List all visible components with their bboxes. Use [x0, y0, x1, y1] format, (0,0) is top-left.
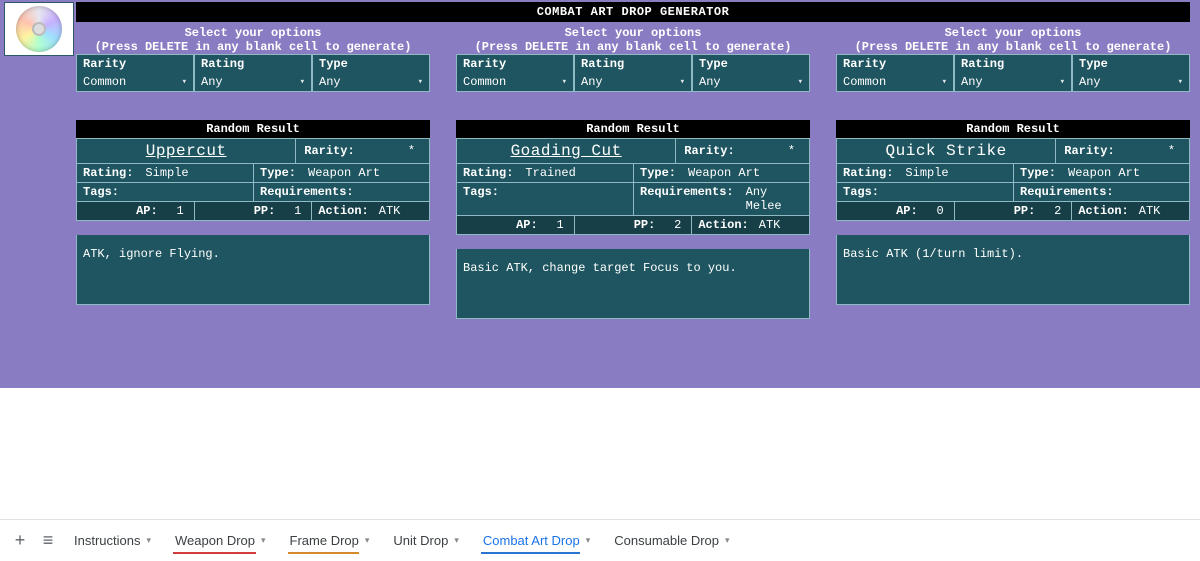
result-pp: PP:2: [575, 216, 693, 234]
options-subheader: (Press DELETE in any blank cell to gener…: [836, 40, 1190, 54]
result-action: Action:ATK: [692, 216, 809, 234]
result-name: Uppercut: [77, 139, 295, 163]
result-tags: Tags:: [837, 183, 1013, 201]
sheet-tab[interactable]: Combat Art Drop ▾: [471, 520, 602, 561]
generator-panel: Select your options (Press DELETE in any…: [456, 26, 810, 319]
chevron-down-icon: ▾: [725, 535, 730, 546]
rarity-header: Rarity: [456, 55, 574, 73]
chevron-down-icon: ▾: [1178, 77, 1183, 87]
result-header: Random Result: [76, 120, 430, 138]
tab-label: Combat Art Drop: [483, 533, 580, 548]
chevron-down-icon: ▾: [798, 77, 803, 87]
result-type: Type:Weapon Art: [1013, 164, 1189, 182]
type-header: Type: [312, 55, 430, 73]
sheet-tab[interactable]: Frame Drop ▾: [278, 520, 382, 561]
result-name: Quick Strike: [837, 139, 1055, 163]
result-rating: Rating:Trained: [457, 164, 633, 182]
rating-dropdown[interactable]: Any▾: [194, 73, 312, 92]
chevron-down-icon: ▾: [418, 77, 423, 87]
tab-label: Unit Drop: [393, 533, 448, 548]
result-action: Action:ATK: [312, 202, 429, 220]
chevron-down-icon: ▾: [586, 535, 591, 546]
chevron-down-icon: ▾: [182, 77, 187, 87]
tab-label: Instructions: [74, 533, 140, 548]
options-subheader: (Press DELETE in any blank cell to gener…: [456, 40, 810, 54]
sheet-tab[interactable]: Weapon Drop ▾: [163, 520, 278, 561]
rarity-header: Rarity: [836, 55, 954, 73]
chevron-down-icon: ▾: [261, 535, 266, 546]
rarity-dropdown[interactable]: Common▾: [836, 73, 954, 92]
result-requirements: Requirements:: [253, 183, 429, 201]
result-rarity: Rarity:*: [675, 139, 809, 163]
result-description: Basic ATK (1/turn limit).: [836, 235, 1190, 305]
result-header: Random Result: [836, 120, 1190, 138]
tab-label: Frame Drop: [290, 533, 359, 548]
result-pp: PP:2: [955, 202, 1073, 220]
work-area: COMBAT ART DROP GENERATOR Select your op…: [0, 0, 1200, 388]
result-ap: AP:1: [77, 202, 195, 220]
type-dropdown[interactable]: Any▾: [692, 73, 810, 92]
rarity-dropdown[interactable]: Common▾: [456, 73, 574, 92]
rating-dropdown[interactable]: Any▾: [954, 73, 1072, 92]
result-tags: Tags:: [457, 183, 633, 215]
disc-image-cell: [4, 2, 74, 56]
rarity-dropdown[interactable]: Common▾: [76, 73, 194, 92]
type-dropdown[interactable]: Any▾: [312, 73, 430, 92]
page-title: COMBAT ART DROP GENERATOR: [76, 2, 1190, 22]
chevron-down-icon: ▾: [146, 535, 151, 546]
options-header: Select your options: [456, 26, 810, 40]
sheet-tab-bar: + ≡ Instructions ▾ Weapon Drop ▾ Frame Drop ▾…: [0, 519, 1200, 561]
result-requirements: Requirements:Any Melee: [633, 183, 809, 215]
rating-header: Rating: [954, 55, 1072, 73]
chevron-down-icon: ▾: [562, 77, 567, 87]
result-requirements: Requirements:: [1013, 183, 1189, 201]
options-header: Select your options: [836, 26, 1190, 40]
sheet-tab[interactable]: Consumable Drop ▾: [602, 520, 741, 561]
all-sheets-button[interactable]: ≡: [34, 530, 62, 551]
result-pp: PP:1: [195, 202, 313, 220]
result-type: Type:Weapon Art: [253, 164, 429, 182]
disc-icon: [16, 6, 62, 52]
generator-panel: Select your options (Press DELETE in any…: [76, 26, 430, 319]
rating-header: Rating: [574, 55, 692, 73]
result-action: Action:ATK: [1072, 202, 1189, 220]
generator-panel: Select your options (Press DELETE in any…: [836, 26, 1190, 319]
sheet-tab[interactable]: Instructions ▾: [62, 520, 163, 561]
chevron-down-icon: ▾: [365, 535, 370, 546]
result-description: Basic ATK, change target Focus to you.: [456, 249, 810, 319]
tab-label: Weapon Drop: [175, 533, 255, 548]
result-name: Goading Cut: [457, 139, 675, 163]
result-rarity: Rarity:*: [295, 139, 429, 163]
add-sheet-button[interactable]: +: [6, 530, 34, 551]
sheet-tab[interactable]: Unit Drop ▾: [381, 520, 470, 561]
rating-dropdown[interactable]: Any▾: [574, 73, 692, 92]
type-header: Type: [692, 55, 810, 73]
result-rarity: Rarity:*: [1055, 139, 1189, 163]
options-header: Select your options: [76, 26, 430, 40]
chevron-down-icon: ▾: [680, 77, 685, 87]
result-type: Type:Weapon Art: [633, 164, 809, 182]
chevron-down-icon: ▾: [1060, 77, 1065, 87]
type-dropdown[interactable]: Any▾: [1072, 73, 1190, 92]
type-header: Type: [1072, 55, 1190, 73]
chevron-down-icon: ▾: [454, 535, 459, 546]
rating-header: Rating: [194, 55, 312, 73]
result-rating: Rating:Simple: [837, 164, 1013, 182]
result-description: ATK, ignore Flying.: [76, 235, 430, 305]
result-ap: AP:1: [457, 216, 575, 234]
options-subheader: (Press DELETE in any blank cell to gener…: [76, 40, 430, 54]
rarity-header: Rarity: [76, 55, 194, 73]
chevron-down-icon: ▾: [300, 77, 305, 87]
result-tags: Tags:: [77, 183, 253, 201]
result-rating: Rating:Simple: [77, 164, 253, 182]
result-header: Random Result: [456, 120, 810, 138]
tab-label: Consumable Drop: [614, 533, 719, 548]
chevron-down-icon: ▾: [942, 77, 947, 87]
result-ap: AP:0: [837, 202, 955, 220]
